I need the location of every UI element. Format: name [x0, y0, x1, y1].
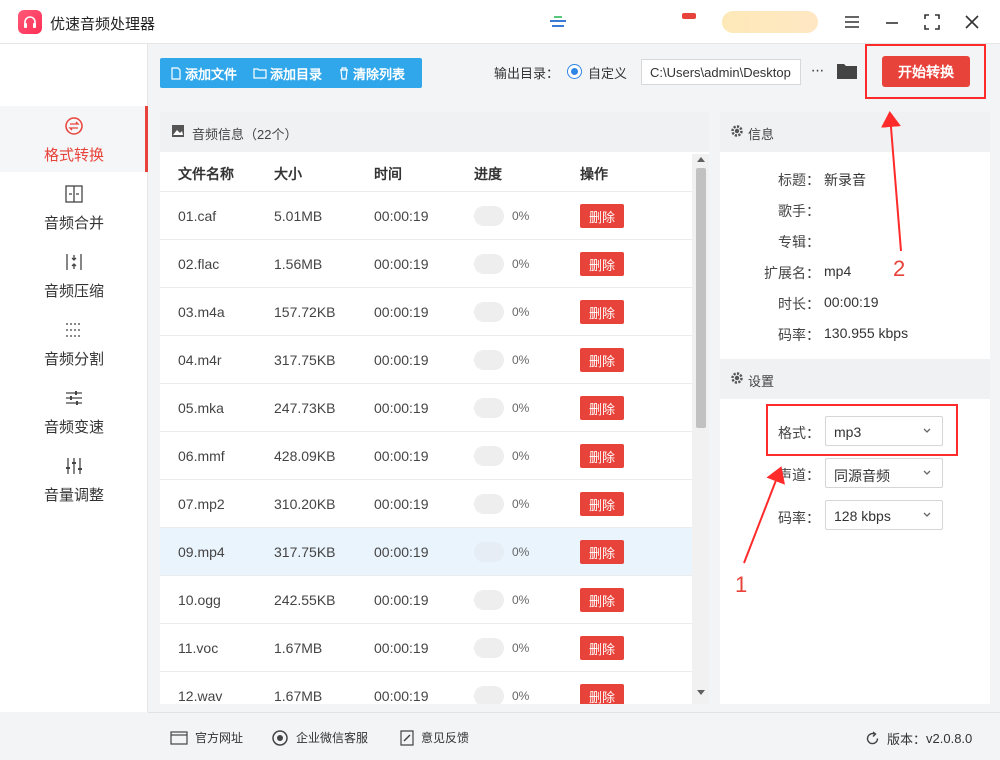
wechat-label: 企业微信客服 [296, 731, 369, 745]
arrow-one [743, 466, 785, 564]
refresh-icon [866, 731, 879, 745]
wechat-icon [272, 729, 288, 746]
footer: 官方网址 企业微信客服 意见反馈 版本： v2.0.8.0 [148, 712, 1000, 760]
version-number: v2.0.8.0 [926, 731, 973, 746]
wechat-service-link[interactable]: 企业微信客服 [271, 729, 368, 746]
feedback-icon [400, 729, 414, 746]
annotation-number-two: 2 [893, 256, 906, 281]
annotation-number-one: 1 [735, 572, 748, 597]
feedback-link[interactable]: 意见反馈 [400, 729, 469, 746]
version-info[interactable]: 版本： v2.0.8.0 [865, 729, 972, 748]
website-icon [170, 730, 188, 745]
feedback-label: 意见反馈 [421, 731, 470, 745]
annotation-arrows [743, 111, 902, 564]
website-label: 官方网址 [195, 731, 244, 745]
version-label: 版本： [887, 732, 927, 747]
arrow-two [880, 111, 902, 252]
website-link[interactable]: 官方网址 [170, 729, 243, 746]
